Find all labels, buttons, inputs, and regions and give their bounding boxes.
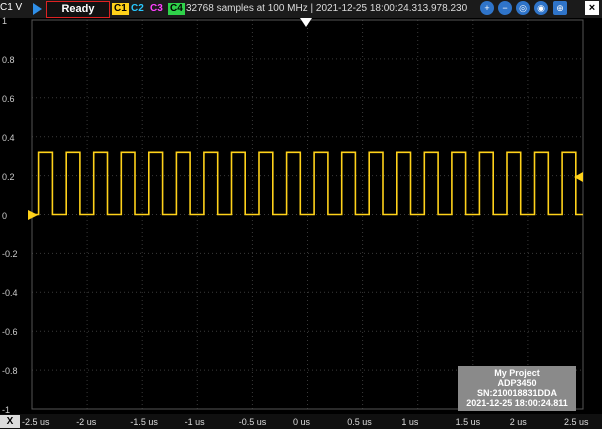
project-name: My Project [494, 368, 540, 378]
trigger-position-marker[interactable] [300, 18, 312, 27]
device-model: ADP3450 [497, 378, 537, 388]
channel-1-offset-marker[interactable] [28, 210, 38, 220]
y-tick-label: 0.2 [2, 171, 15, 182]
x-axis-label[interactable]: X [0, 415, 20, 428]
y-tick-label: 0.8 [2, 54, 15, 65]
channel-unit-label: C1 V [0, 2, 23, 13]
x-tick-label: -0.5 us [238, 417, 267, 427]
y-tick-label: 1 [2, 16, 8, 26]
x-tick-label: -1 us [184, 417, 205, 427]
y-tick-label: 0 [2, 210, 8, 221]
capture-time: 2021-12-25 18:00:24.811 [466, 398, 568, 408]
x-tick-label: -2 us [76, 417, 97, 427]
channel-1-trace [32, 151, 583, 216]
y-tick-label: -0.2 [2, 249, 18, 260]
x-tick-label: 0.5 us [347, 417, 372, 427]
y-tick-label: -0.8 [2, 366, 18, 377]
y-tick-label: -0.4 [2, 288, 18, 299]
serial-number: SN:210018831DDA [476, 388, 558, 398]
y-tick-label: 0.6 [2, 93, 15, 104]
y-tick-label: 0.4 [2, 132, 15, 143]
plot-area[interactable] [0, 0, 602, 429]
x-tick-label: 1 us [401, 417, 419, 427]
x-tick-label: 1.5 us [455, 417, 481, 427]
x-tick-label: 2 us [509, 417, 527, 427]
device-info-box: My Project ADP3450 SN:210018831DDA 2021-… [458, 366, 576, 411]
x-tick-label: -2.5 us [22, 417, 50, 427]
x-tick-label: 0 us [293, 417, 311, 427]
y-tick-label: -0.6 [2, 327, 18, 338]
x-tick-label: -1.5 us [130, 417, 158, 427]
x-tick-label: 2.5 us [564, 417, 589, 427]
